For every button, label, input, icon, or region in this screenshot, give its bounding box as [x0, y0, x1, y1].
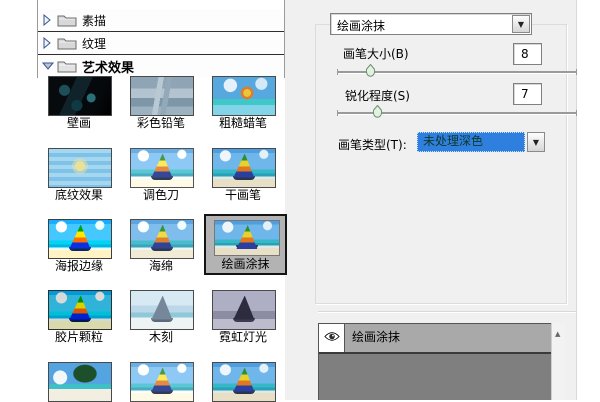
category-row-artistic-expanded[interactable]: 艺术效果 [38, 55, 284, 77]
settings-group-box [315, 24, 567, 304]
sharpness-label: 锐化程度(S) [345, 87, 410, 104]
visibility-toggle[interactable] [319, 324, 345, 352]
filter-thumb-cutout[interactable] [130, 290, 194, 330]
filter-label-colored-pencil: 彩色铅笔 [120, 116, 202, 130]
chevron-down-icon: ▼ [518, 20, 524, 29]
filter-thumb-partial-1[interactable] [48, 362, 112, 402]
chevron-down-icon: ▼ [533, 138, 539, 147]
horizontal-divider [318, 311, 576, 312]
brush-size-label: 画笔大小(B) [343, 45, 409, 62]
category-tree: 素描 纹理 艺术效果 [37, 0, 285, 78]
filter-label-dry-brush: 干画笔 [202, 188, 284, 202]
filter-thumb-film-grain[interactable] [48, 290, 112, 330]
filter-thumb-palette-knife[interactable] [130, 148, 194, 188]
category-label: 素描 [82, 12, 106, 29]
filter-label-fresco: 壁画 [38, 116, 120, 130]
eye-icon [324, 331, 340, 345]
folder-icon [57, 13, 77, 27]
filter-thumb-partial-3[interactable] [212, 362, 276, 402]
filter-label-cutout: 木刻 [120, 330, 202, 344]
sharpness-input[interactable]: 7 [513, 83, 542, 105]
filter-select-dropdown[interactable]: 绘画涂抹 ▼ [330, 13, 532, 35]
filter-thumb-dry-brush[interactable] [212, 148, 276, 188]
panel-right-edge-divider [576, 0, 577, 400]
collapsed-triangle-icon[interactable] [42, 37, 54, 49]
brush-type-dropdown[interactable]: 未处理深色 [417, 132, 525, 152]
filter-thumb-paint-daubs-selected[interactable]: 绘画涂抹 [204, 214, 287, 275]
filter-thumb-poster-edges[interactable] [48, 219, 112, 259]
expanded-triangle-icon[interactable] [42, 61, 54, 71]
paint-daubs-thumbnail [214, 220, 280, 256]
filter-label-sponge: 海绵 [120, 259, 202, 273]
brush-type-arrow-button[interactable]: ▼ [527, 132, 545, 152]
filter-thumb-colored-pencil[interactable] [130, 76, 194, 116]
effects-list-scrollbar[interactable]: ▲ [551, 323, 565, 400]
category-row-sketch[interactable]: 素描 [38, 9, 284, 32]
sharpness-slider-thumb[interactable] [372, 105, 383, 121]
folder-icon [57, 36, 77, 50]
category-label: 纹理 [82, 35, 106, 52]
filter-label-underpainting: 底纹效果 [38, 188, 120, 202]
applied-effects-list: 绘画涂抹 [318, 323, 551, 400]
filter-thumb-underpainting[interactable] [48, 148, 112, 188]
filter-label-neon-glow: 霓虹灯光 [202, 330, 284, 344]
filter-label-poster-edges: 海报边缘 [38, 259, 120, 273]
effect-layer-name: 绘画涂抹 [345, 324, 551, 352]
filter-select-arrow-button[interactable]: ▼ [512, 15, 530, 33]
filter-thumb-sponge[interactable] [130, 219, 194, 259]
filter-thumb-neon-glow[interactable] [212, 290, 276, 330]
filter-thumb-partial-2[interactable] [130, 362, 194, 402]
filter-label-rough-pastels: 粗糙蜡笔 [202, 116, 284, 130]
open-folder-icon [57, 59, 77, 73]
collapsed-triangle-icon[interactable] [42, 14, 54, 26]
brush-size-slider-thumb[interactable] [365, 64, 376, 80]
category-row-texture[interactable]: 纹理 [38, 32, 284, 55]
filter-label-palette-knife: 调色刀 [120, 188, 202, 202]
filter-select-value: 绘画涂抹 [337, 17, 385, 34]
brush-type-label: 画笔类型(T): [338, 136, 407, 153]
filter-thumb-fresco[interactable] [48, 76, 112, 116]
effect-layer-row[interactable]: 绘画涂抹 [319, 324, 551, 354]
filter-label-film-grain: 胶片颗粒 [38, 330, 120, 344]
brush-size-input[interactable]: 8 [513, 43, 542, 65]
scroll-up-icon[interactable]: ▲ [555, 330, 560, 338]
filter-label-paint-daubs: 绘画涂抹 [206, 257, 285, 271]
category-label: 艺术效果 [82, 57, 134, 76]
filter-thumb-rough-pastels[interactable] [212, 76, 276, 116]
